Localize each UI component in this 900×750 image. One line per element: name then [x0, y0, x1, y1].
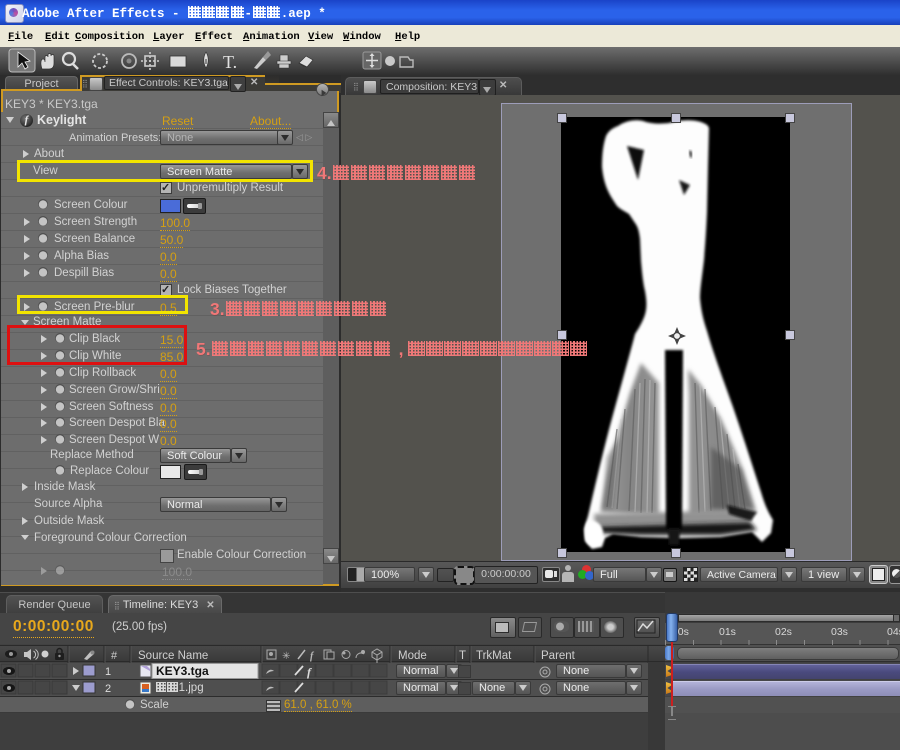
svg-text:Mode: Mode [398, 650, 427, 662]
svg-text:TrkMat: TrkMat [476, 650, 512, 662]
svg-text:T: T [459, 650, 466, 662]
svg-text:#: # [111, 650, 118, 662]
svg-text:Parent: Parent [541, 650, 576, 662]
svg-text:f: f [310, 651, 315, 662]
svg-text:✳: ✳ [282, 651, 290, 662]
svg-text:KEY3.tga: KEY3.tga [156, 664, 209, 678]
svg-text:Source Name: Source Name [138, 650, 208, 662]
svg-text:1: 1 [105, 666, 111, 678]
svg-text:2: 2 [105, 683, 111, 695]
svg-text:T.: T. [223, 52, 237, 72]
